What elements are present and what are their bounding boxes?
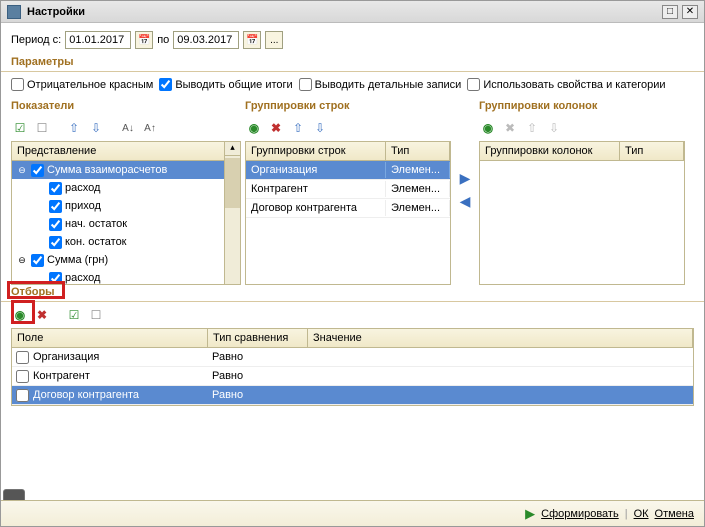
row-groups-toolbar: ◉ ✖ ⇧ ⇩ [245, 115, 451, 141]
col-comparison: Тип сравнения [208, 329, 308, 347]
node-label: приход [65, 200, 101, 212]
tree-node[interactable]: ⊖Сумма (грн) [12, 251, 224, 269]
move-right-icon[interactable]: ▶ [460, 170, 471, 187]
filter-checkbox[interactable] [16, 370, 29, 383]
table-row[interactable]: ОрганизацияЭлемен... [246, 161, 450, 180]
node-checkbox[interactable] [31, 164, 44, 177]
check-totals[interactable]: Выводить общие итоги [159, 78, 292, 91]
col-value: Значение [308, 329, 693, 347]
filters-toolbar: ◉ ✖ ☑ ☐ [1, 302, 704, 328]
check-all-icon[interactable]: ☑ [11, 119, 29, 137]
row-groups-panel: Группировки строк ◉ ✖ ⇧ ⇩ Группировки ст… [245, 97, 451, 283]
app-icon [7, 5, 21, 19]
calendar-to-icon[interactable]: 📅 [243, 31, 261, 49]
sort-asc-icon[interactable]: A↓ [119, 119, 137, 137]
filter-row[interactable]: КонтрагентРавно [12, 367, 693, 386]
col-type: Тип [620, 142, 684, 160]
move-left-icon[interactable]: ◀ [460, 193, 471, 210]
scrollbar[interactable]: ▴ [224, 142, 240, 284]
filters-header: Отборы [1, 283, 704, 302]
add-icon[interactable]: ◉ [245, 119, 263, 137]
node-checkbox[interactable] [49, 218, 62, 231]
move-up-icon[interactable]: ⇧ [289, 119, 307, 137]
check-all-icon[interactable]: ☑ [65, 306, 83, 324]
move-up-icon[interactable]: ⇧ [65, 119, 83, 137]
col-field: Поле [12, 329, 208, 347]
check-use-props[interactable]: Использовать свойства и категории [467, 78, 665, 91]
filter-checkbox[interactable] [16, 351, 29, 364]
indicators-toolbar: ☑ ☐ ⇧ ⇩ A↓ A↑ [11, 115, 241, 141]
node-label: Сумма взаиморасчетов [47, 164, 167, 176]
indicators-header: Показатели [11, 97, 241, 115]
tree-node[interactable]: расход [12, 269, 224, 284]
sort-desc-icon[interactable]: A↑ [141, 119, 159, 137]
indicators-panel: Показатели ☑ ☐ ⇧ ⇩ A↓ A↑ Представление ⊖… [11, 97, 241, 283]
indicators-col-header: Представление [12, 142, 224, 161]
date-from-input[interactable] [65, 31, 131, 49]
node-checkbox[interactable] [31, 254, 44, 267]
node-checkbox[interactable] [49, 236, 62, 249]
col-group: Группировки строк [246, 142, 386, 160]
ok-button[interactable]: ОК [634, 508, 649, 520]
period-picker-button[interactable]: ... [265, 31, 283, 49]
node-checkbox[interactable] [49, 182, 62, 195]
node-label: нач. остаток [65, 218, 127, 230]
uncheck-all-icon[interactable]: ☐ [33, 119, 51, 137]
row-groups-table: Группировки строкТип ОрганизацияЭлемен..… [245, 141, 451, 285]
row-groups-header: Группировки строк [245, 97, 451, 115]
move-up-icon[interactable]: ⇧ [523, 119, 541, 137]
titlebar: Настройки □ ✕ [1, 1, 704, 23]
add-icon[interactable]: ◉ [479, 119, 497, 137]
period-to-label: по [157, 34, 169, 46]
delete-filter-icon[interactable]: ✖ [33, 306, 51, 324]
check-neg-red[interactable]: Отрицательное красным [11, 78, 153, 91]
indicators-tree: Представление ⊖Сумма взаиморасчетов расхо… [11, 141, 241, 285]
col-groups-table: Группировки колонокТип [479, 141, 685, 285]
check-details[interactable]: Выводить детальные записи [299, 78, 462, 91]
footer: ▶ Сформировать | ОК Отмена [1, 500, 704, 526]
filters-section: Отборы ◉ ✖ ☑ ☐ Поле Тип сравнения Значен… [1, 283, 704, 406]
node-label: Сумма (грн) [47, 254, 108, 266]
form-button[interactable]: Сформировать [541, 508, 619, 520]
uncheck-all-icon[interactable]: ☐ [87, 306, 105, 324]
maximize-button[interactable]: □ [662, 5, 678, 19]
move-down-icon[interactable]: ⇩ [545, 119, 563, 137]
panels: Показатели ☑ ☐ ⇧ ⇩ A↓ A↑ Представление ⊖… [1, 97, 704, 283]
col-type: Тип [386, 142, 450, 160]
window-title: Настройки [27, 6, 658, 18]
tree-node[interactable]: кон. остаток [12, 233, 224, 251]
period-row: Период с: 📅 по 📅 ... [1, 23, 704, 53]
period-from-label: Период с: [11, 34, 61, 46]
node-label: расход [65, 182, 100, 194]
tree-node[interactable]: расход [12, 179, 224, 197]
filter-row[interactable]: Договор контрагентаРавно [12, 386, 693, 405]
filters-table: Поле Тип сравнения Значение ОрганизацияР… [11, 328, 694, 406]
move-down-icon[interactable]: ⇩ [311, 119, 329, 137]
col-groups-header: Группировки колонок [479, 97, 685, 115]
node-label: кон. остаток [65, 236, 127, 248]
table-row[interactable]: КонтрагентЭлемен... [246, 180, 450, 199]
col-group: Группировки колонок [480, 142, 620, 160]
move-down-icon[interactable]: ⇩ [87, 119, 105, 137]
params-checks: Отрицательное красным Выводить общие ито… [1, 72, 704, 97]
delete-icon[interactable]: ✖ [267, 119, 285, 137]
filter-row[interactable]: ОрганизацияРавно [12, 348, 693, 367]
filter-checkbox[interactable] [16, 389, 29, 402]
delete-icon[interactable]: ✖ [501, 119, 519, 137]
tree-node[interactable]: ⊖Сумма взаиморасчетов [12, 161, 224, 179]
table-row[interactable]: Договор контрагентаЭлемен... [246, 199, 450, 218]
calendar-from-icon[interactable]: 📅 [135, 31, 153, 49]
add-filter-icon[interactable]: ◉ [11, 306, 29, 324]
cancel-button[interactable]: Отмена [655, 508, 694, 520]
play-icon: ▶ [525, 506, 535, 522]
col-groups-panel: Группировки колонок ◉ ✖ ⇧ ⇩ Группировки … [479, 97, 685, 283]
move-arrows: ▶ ◀ [455, 97, 475, 283]
tree-node[interactable]: приход [12, 197, 224, 215]
tree-node[interactable]: нач. остаток [12, 215, 224, 233]
close-button[interactable]: ✕ [682, 5, 698, 19]
date-to-input[interactable] [173, 31, 239, 49]
col-groups-toolbar: ◉ ✖ ⇧ ⇩ [479, 115, 685, 141]
params-header: Параметры [1, 53, 704, 72]
node-checkbox[interactable] [49, 200, 62, 213]
